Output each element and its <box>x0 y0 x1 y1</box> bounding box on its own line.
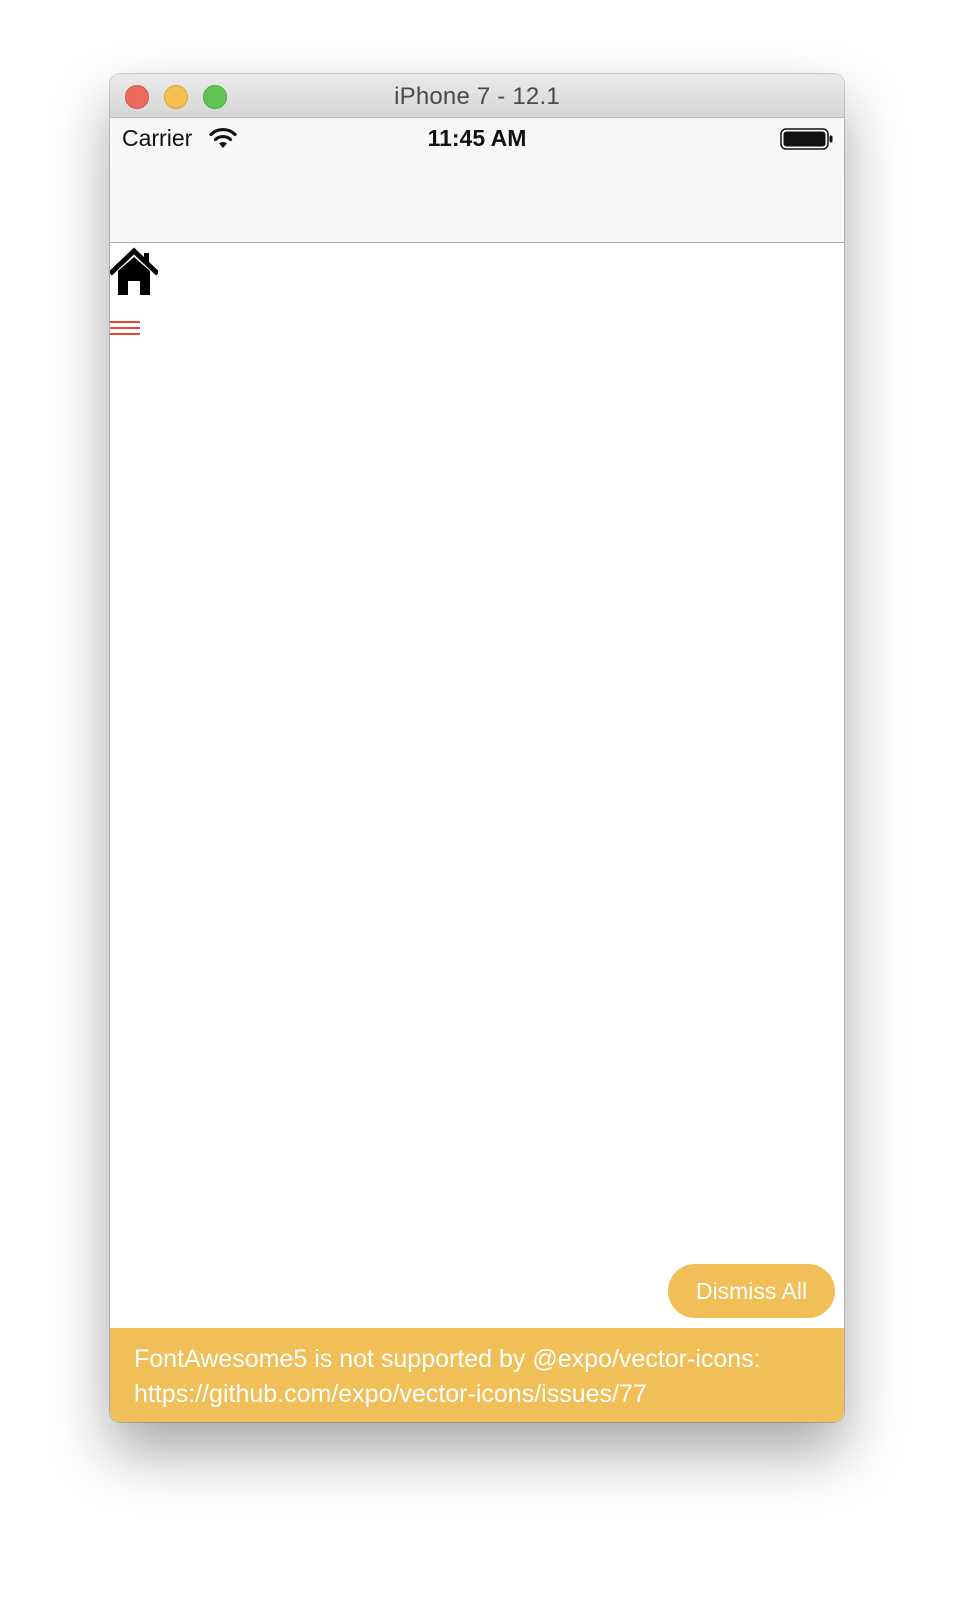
menu-icon[interactable] <box>110 318 140 338</box>
home-icon[interactable] <box>110 247 158 297</box>
device-screen: Carrier 11:45 AM Dismiss All FontAwesome… <box>110 118 844 1422</box>
battery-icon <box>780 128 833 150</box>
window-titlebar[interactable]: iPhone 7 - 12.1 <box>110 74 844 118</box>
status-bar: Carrier 11:45 AM <box>110 118 844 158</box>
warning-message: FontAwesome5 is not supported by @expo/v… <box>134 1345 761 1408</box>
status-time: 11:45 AM <box>427 125 527 151</box>
dismiss-all-button[interactable]: Dismiss All <box>668 1264 835 1318</box>
window-title: iPhone 7 - 12.1 <box>394 83 560 110</box>
warning-toast[interactable]: FontAwesome5 is not supported by @expo/v… <box>110 1328 844 1422</box>
simulator-window: iPhone 7 - 12.1 Carrier 11:45 AM Dismiss… <box>110 74 844 1422</box>
navigation-bar <box>110 158 844 243</box>
